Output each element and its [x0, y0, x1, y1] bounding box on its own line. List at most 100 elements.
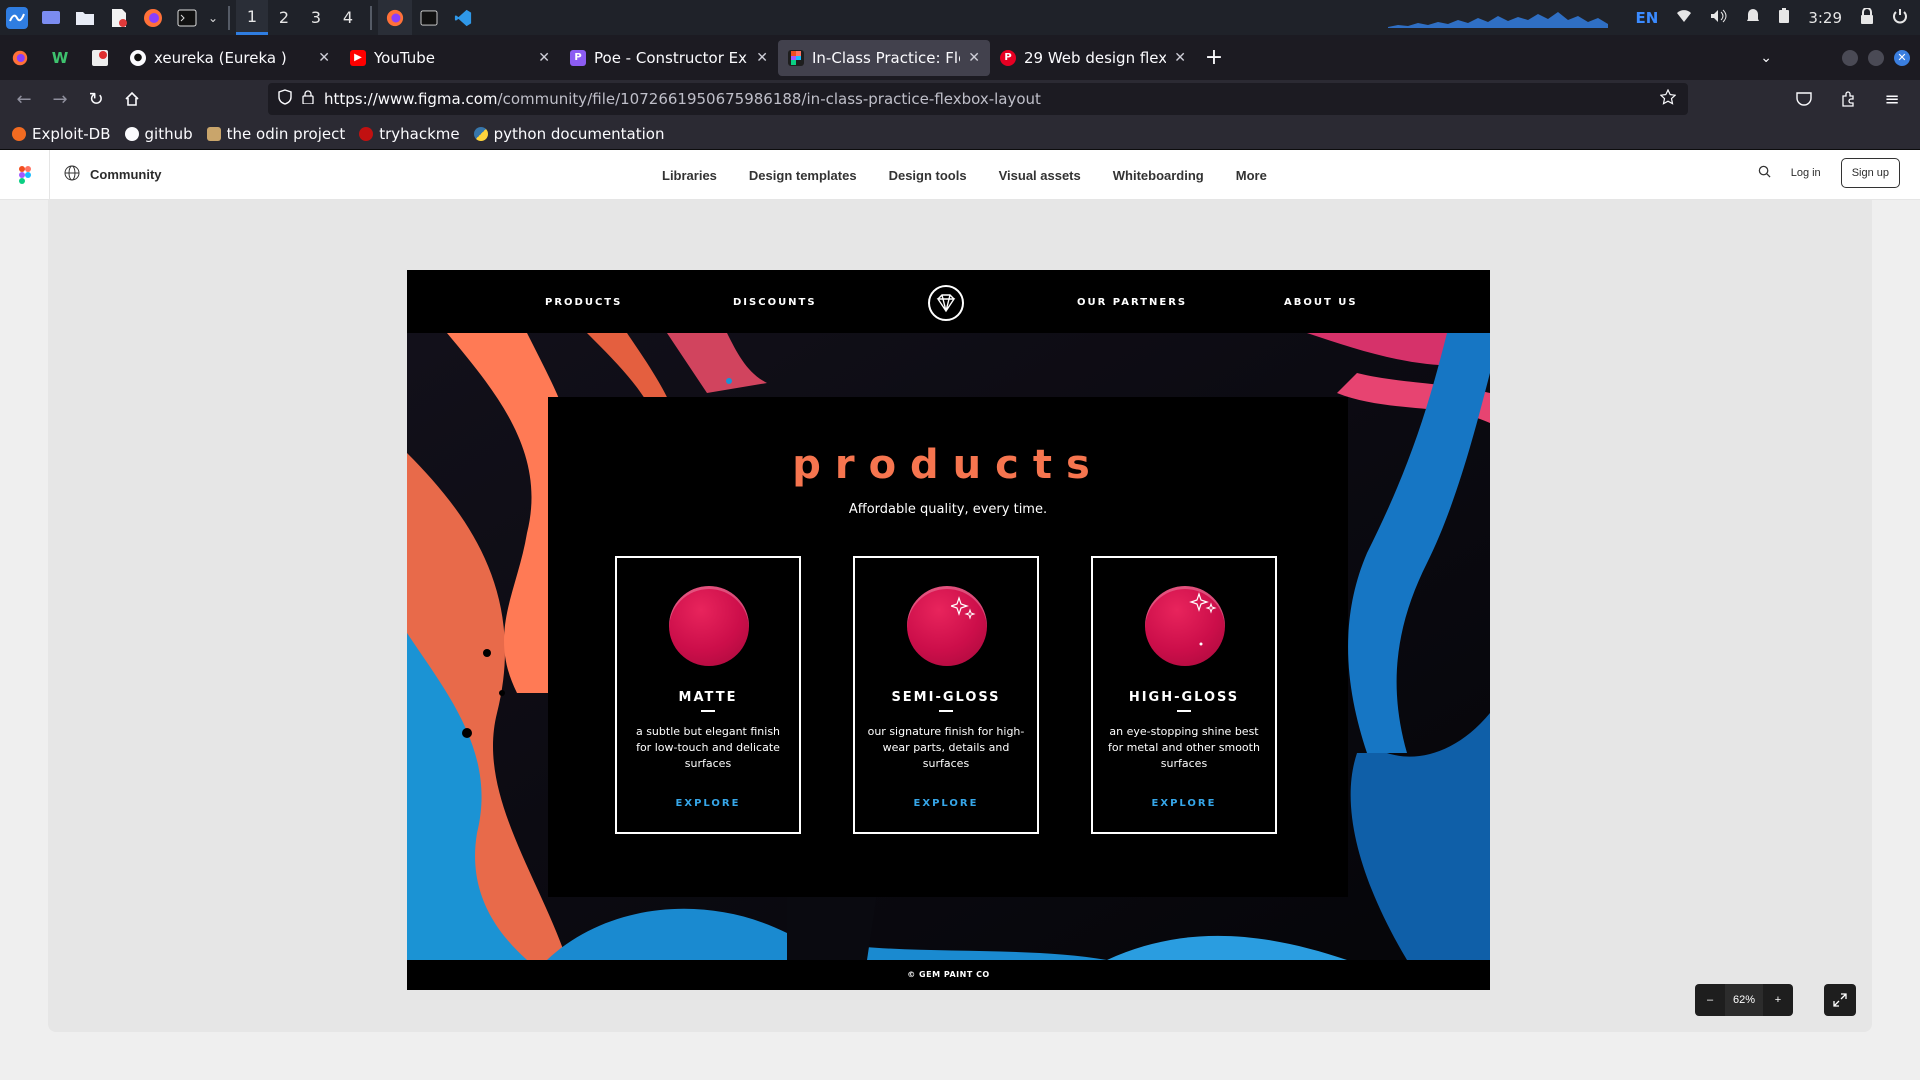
chevron-down-icon[interactable]: ⌄ — [204, 0, 222, 35]
pocket-icon[interactable] — [1786, 83, 1822, 115]
bookmark-exploit-db[interactable]: Exploit-DB — [12, 125, 111, 143]
bookmark-label: python documentation — [493, 124, 665, 143]
diamond-logo-icon[interactable] — [927, 284, 965, 326]
files-icon[interactable] — [68, 0, 102, 35]
bookmark-label: Exploit-DB — [32, 124, 111, 143]
workspace-4[interactable]: 4 — [332, 0, 364, 35]
firefox-icon[interactable] — [136, 0, 170, 35]
power-icon[interactable] — [1892, 8, 1908, 28]
home-icon[interactable] — [114, 83, 150, 115]
nav-products[interactable]: PRODUCTS — [545, 297, 622, 308]
tab-figma[interactable]: In-Class Practice: Flexbox ✕ — [778, 39, 990, 76]
nav-our-partners[interactable]: OUR PARTNERS — [1077, 297, 1187, 308]
firefox-window-icon[interactable] — [378, 0, 412, 35]
paint-swatch-matte — [669, 586, 749, 666]
tab-label: In-Class Practice: Flexbox — [812, 48, 960, 67]
paint-swatch-semi-gloss — [907, 586, 987, 666]
nav-design-tools[interactable]: Design tools — [889, 168, 967, 183]
nav-more[interactable]: More — [1236, 168, 1267, 183]
wifi-icon[interactable] — [1676, 9, 1692, 27]
lock-icon[interactable] — [1860, 6, 1874, 28]
notifications-icon[interactable] — [1746, 8, 1760, 28]
explore-link[interactable]: EXPLORE — [617, 798, 799, 809]
pinned-tab-firefox[interactable] — [0, 35, 40, 80]
close-icon[interactable]: ✕ — [538, 50, 550, 66]
design-frame: PRODUCTS DISCOUNTS OUR PARTNERS ABOUT US… — [407, 270, 1490, 990]
forward-icon[interactable]: → — [42, 83, 78, 115]
divider — [1177, 710, 1191, 712]
fullscreen-icon[interactable] — [1824, 984, 1856, 1016]
new-tab-button[interactable]: + — [1196, 40, 1232, 76]
explore-link[interactable]: EXPLORE — [1093, 798, 1275, 809]
explore-link[interactable]: EXPLORE — [855, 798, 1037, 809]
pinned-tab-w[interactable]: W — [40, 35, 80, 80]
bookmark-python-docs[interactable]: python documentation — [473, 124, 665, 143]
figma-actions: Log in Sign up — [1758, 158, 1900, 188]
tryhackme-icon — [359, 126, 374, 141]
url-bar[interactable]: https://www.figma.com/community/file/107… — [268, 83, 1688, 115]
lock-icon[interactable] — [302, 90, 314, 108]
close-icon[interactable]: ✕ — [318, 50, 330, 66]
url-host: https://www.figma.com — [324, 90, 498, 108]
menu-icon[interactable]: ≡ — [1874, 83, 1910, 115]
zoom-in-button[interactable]: + — [1763, 994, 1793, 1006]
workspace-1[interactable]: 1 — [236, 0, 268, 35]
window-close-button[interactable]: ✕ — [1894, 49, 1910, 66]
tab-poe[interactable]: P Poe - Constructor Explana ✕ — [560, 40, 778, 76]
community-link[interactable]: Community — [50, 165, 162, 184]
zoom-controls: – 62% + — [1695, 984, 1793, 1016]
terminal-icon[interactable] — [170, 0, 204, 35]
bookmark-star-icon[interactable] — [1659, 88, 1677, 109]
nav-libraries[interactable]: Libraries — [662, 168, 717, 183]
nav-discounts[interactable]: DISCOUNTS — [733, 297, 817, 308]
tab-github[interactable]: ● xeureka (Eureka ) ✕ — [120, 40, 340, 76]
nav-whiteboarding[interactable]: Whiteboarding — [1113, 168, 1204, 183]
close-icon[interactable]: ✕ — [968, 50, 980, 66]
keyboard-language[interactable]: EN — [1636, 9, 1659, 27]
nav-visual-assets[interactable]: Visual assets — [999, 168, 1081, 183]
workspace-3[interactable]: 3 — [300, 0, 332, 35]
card-title: MATTE — [678, 690, 738, 705]
vscode-icon[interactable] — [446, 0, 480, 35]
close-icon[interactable]: ✕ — [1174, 50, 1186, 66]
divider — [701, 710, 715, 712]
card-description: a subtle but elegant finish for low-touc… — [635, 725, 781, 770]
workspace-2[interactable]: 2 — [268, 0, 300, 35]
zoom-level[interactable]: 62% — [1725, 984, 1763, 1016]
bookmarks-toolbar: Exploit-DB github the odin project tryha… — [0, 118, 1920, 150]
bookmark-label: the odin project — [226, 124, 346, 143]
search-icon[interactable] — [1758, 165, 1771, 181]
zoom-out-button[interactable]: – — [1695, 994, 1725, 1006]
bookmark-odin-project[interactable]: the odin project — [206, 124, 346, 143]
login-link[interactable]: Log in — [1791, 167, 1821, 179]
back-icon[interactable]: ← — [6, 83, 42, 115]
list-all-tabs-icon[interactable]: ⌄ — [1760, 50, 1772, 66]
pinned-tab-media[interactable] — [80, 35, 120, 80]
bookmark-label: tryhackme — [379, 124, 460, 143]
poe-icon: P — [570, 49, 586, 66]
shield-icon[interactable] — [278, 89, 292, 109]
extensions-icon[interactable] — [1830, 83, 1866, 115]
figma-logo-icon[interactable] — [0, 149, 50, 200]
terminal-window-icon[interactable] — [412, 0, 446, 35]
youtube-icon: ▶ — [350, 49, 366, 66]
bookmark-github[interactable]: github — [124, 125, 193, 143]
reload-icon[interactable]: ↻ — [78, 83, 114, 115]
battery-icon[interactable] — [1778, 7, 1790, 28]
app-menu-icon[interactable] — [0, 0, 34, 35]
tab-pinterest[interactable]: P 29 Web design flex box id ✕ — [990, 40, 1196, 76]
github-icon: ● — [130, 49, 146, 66]
clock[interactable]: 3:29 — [1808, 9, 1842, 27]
desktop-icon[interactable] — [34, 0, 68, 35]
maximize-button[interactable] — [1868, 49, 1884, 66]
volume-icon[interactable] — [1710, 9, 1728, 27]
close-icon[interactable]: ✕ — [756, 50, 768, 66]
nav-design-templates[interactable]: Design templates — [749, 168, 857, 183]
text-editor-icon[interactable] — [102, 0, 136, 35]
signup-button[interactable]: Sign up — [1840, 158, 1900, 188]
tab-youtube[interactable]: ▶ YouTube ✕ — [340, 40, 560, 76]
minimize-button[interactable] — [1842, 49, 1858, 66]
odin-project-icon — [206, 126, 221, 141]
bookmark-tryhackme[interactable]: tryhackme — [359, 124, 460, 143]
nav-about-us[interactable]: ABOUT US — [1284, 297, 1358, 308]
